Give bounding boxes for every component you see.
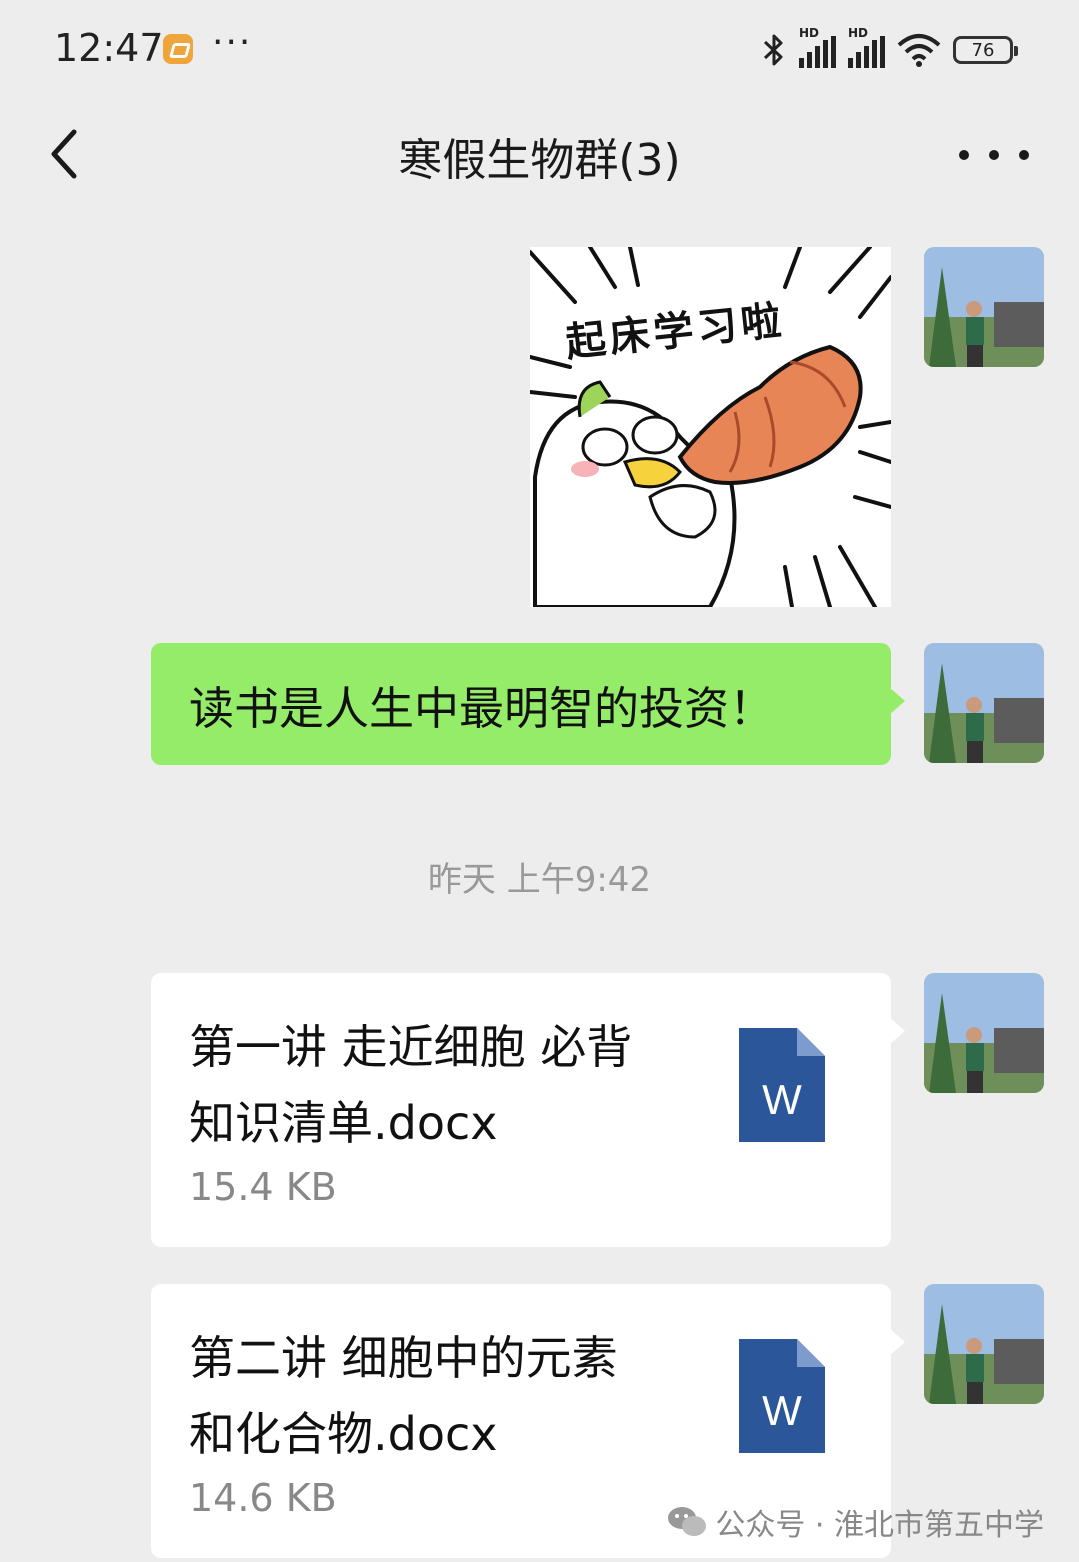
app-notification-icon	[163, 34, 193, 64]
watermark: 公众号 · 淮北市第五中学	[667, 1500, 1044, 1544]
signal-icon-1: HD	[799, 26, 836, 68]
message-text: 读书是人生中最明智的投资！	[189, 681, 775, 735]
file-message-card[interactable]: 第一讲 走近细胞 必背 知识清单.docx 15.4 KB W	[151, 973, 905, 1247]
status-bar: 12:47 ··· HD HD 76	[0, 0, 1079, 100]
sticker-message[interactable]: 起床学习啦	[530, 247, 891, 607]
word-icon-letter: W	[762, 1076, 802, 1123]
word-document-icon: W	[739, 1339, 825, 1453]
text-message-bubble[interactable]: 读书是人生中最明智的投资！	[151, 643, 905, 765]
signal-icon-2: HD	[848, 26, 885, 68]
message-timestamp: 昨天 上午9:42	[427, 860, 652, 900]
file-name: 第二讲 细胞中的元素 和化合物.docx	[189, 1320, 689, 1472]
wechat-icon	[668, 1507, 707, 1536]
file-name-line: 第二讲 细胞中的元素	[189, 1331, 618, 1385]
file-size: 14.6 KB	[189, 1476, 337, 1520]
status-more-notifications: ···	[212, 22, 253, 63]
file-name-line: 知识清单.docx	[189, 1096, 498, 1150]
avatar-photo	[924, 973, 1044, 1093]
word-document-icon: W	[739, 1028, 825, 1142]
file-name: 第一讲 走近细胞 必背 知识清单.docx	[189, 1009, 689, 1161]
chevron-left-icon	[51, 129, 77, 179]
bluetooth-icon	[763, 34, 783, 66]
avatar[interactable]	[924, 1284, 1044, 1404]
chat-title: 寒假生物群(3)	[398, 135, 681, 186]
battery-icon: 76	[953, 36, 1018, 64]
avatar[interactable]	[924, 247, 1044, 367]
avatar-photo	[924, 247, 1044, 367]
more-options-button[interactable]	[959, 130, 1029, 180]
chat-header: 寒假生物群(3)	[0, 100, 1079, 210]
word-icon-letter: W	[762, 1387, 802, 1434]
file-name-line: 和化合物.docx	[189, 1407, 498, 1461]
system-icons: HD HD 76	[761, 26, 1018, 70]
wifi-icon	[897, 34, 941, 67]
file-size: 15.4 KB	[189, 1165, 337, 1209]
watermark-text: 公众号 · 淮北市第五中学	[715, 1508, 1044, 1543]
status-time: 12:47	[54, 26, 164, 70]
avatar-photo	[924, 1284, 1044, 1404]
back-button[interactable]	[40, 120, 100, 190]
file-name-line: 第一讲 走近细胞 必背	[189, 1020, 633, 1074]
avatar-photo	[924, 643, 1044, 763]
avatar[interactable]	[924, 643, 1044, 763]
more-dot-icon	[989, 150, 999, 160]
more-dot-icon	[1019, 150, 1029, 160]
avatar[interactable]	[924, 973, 1044, 1093]
more-dot-icon	[959, 150, 969, 160]
